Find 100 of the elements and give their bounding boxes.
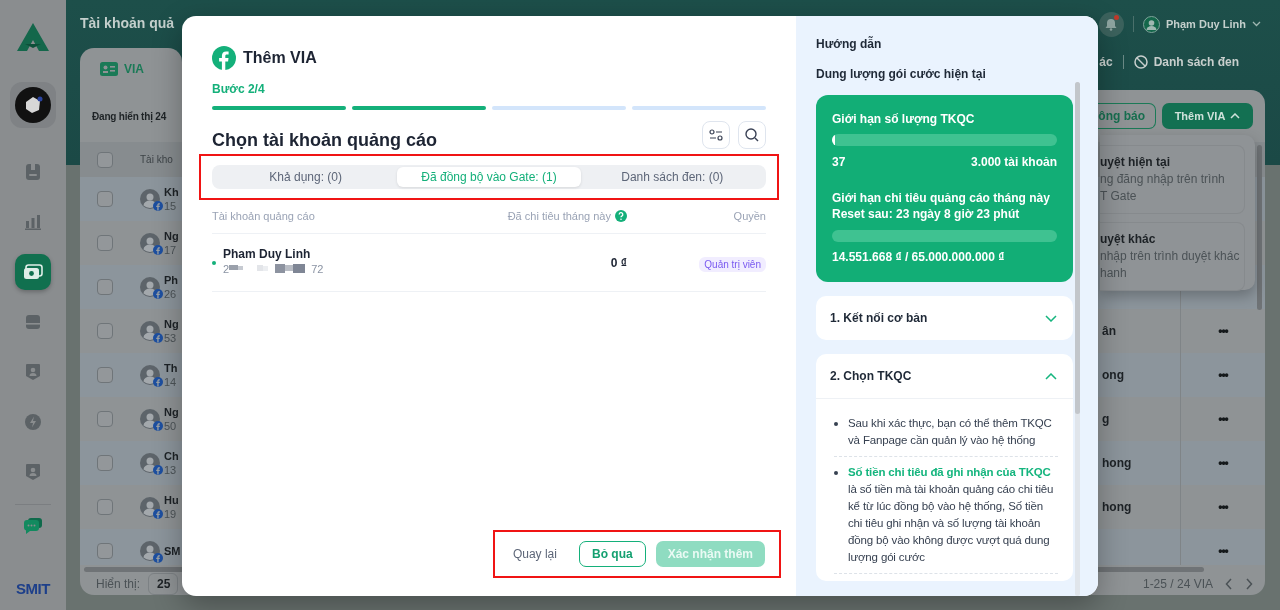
row-checkbox[interactable] — [97, 191, 113, 207]
more-menu[interactable]: ••• — [1218, 324, 1228, 338]
account-name: Ng — [164, 317, 179, 331]
bullet-dot — [834, 471, 838, 475]
scrollbar-thumb[interactable] — [1257, 145, 1262, 310]
column-header: Đã chi tiêu tháng này — [507, 209, 611, 223]
previous-page-icon[interactable] — [1225, 578, 1233, 590]
quota-limit: 3.000 tài khoản — [970, 154, 1057, 170]
workspace-button[interactable] — [10, 82, 56, 128]
page-size-label: Hiển thị: — [96, 577, 141, 591]
accordion-header[interactable]: 2. Chọn TKQC — [816, 354, 1073, 399]
dropdown-option[interactable]: uyệt khác nhập trên trình duyệt khác hanh — [1100, 222, 1245, 291]
account-id: 72 — [311, 262, 324, 275]
step-label: Bước 2/4 — [212, 82, 266, 96]
page-tab[interactable]: ác — [1099, 41, 1113, 83]
notification-button[interactable] — [1098, 11, 1124, 37]
account-number: 26 — [164, 287, 178, 301]
tab[interactable]: Khả dụng: (0) — [214, 167, 398, 187]
back-button[interactable]: Quay lại — [512, 541, 569, 567]
sidebar-item[interactable] — [15, 254, 51, 290]
spent-amount: 0 ₫ — [609, 255, 627, 270]
more-menu[interactable]: ••• — [1218, 412, 1228, 426]
section-title: 2. Chọn TKQC — [830, 369, 912, 383]
workspace-icon — [15, 87, 51, 123]
page-tab[interactable]: Danh sách đen — [1133, 41, 1239, 83]
facebook-badge-icon — [153, 553, 163, 563]
accordion-header[interactable]: 1. Kết nối cơ bản — [816, 296, 1073, 340]
page-title: Tài khoản quả — [80, 15, 175, 31]
more-menu[interactable]: ••• — [1218, 500, 1228, 514]
role-badge: Quản trị viên — [699, 256, 766, 272]
facebook-icon — [212, 46, 236, 70]
skip-button[interactable]: Bỏ qua — [578, 541, 646, 567]
tab[interactable]: Đã đồng bộ vào Gate: (1) — [397, 167, 581, 187]
facebook-badge-icon — [153, 289, 163, 299]
user-avatar-icon — [1142, 15, 1160, 33]
row-checkbox[interactable] — [97, 235, 113, 251]
user-badge-icon — [25, 363, 41, 381]
row-checkbox[interactable] — [97, 279, 113, 295]
column-header: Tài kho — [140, 154, 173, 165]
account-name: Ng — [164, 405, 179, 419]
row-checkbox[interactable] — [97, 543, 113, 559]
filter-icon — [709, 129, 723, 141]
table-cell-text: hong — [1102, 500, 1133, 514]
filter-button[interactable] — [702, 121, 730, 149]
row-checkbox[interactable] — [97, 323, 113, 339]
modal-title: Thêm VIA — [243, 49, 317, 67]
section-title: 1. Kết nối cơ bản — [830, 311, 928, 325]
facebook-badge-icon — [153, 201, 163, 211]
account-number: 19 — [164, 507, 178, 521]
account-number: 50 — [164, 419, 178, 433]
page-size-select[interactable]: 25 — [148, 573, 179, 595]
chevron-down-icon — [1252, 21, 1261, 27]
account-id: 2 — [223, 262, 230, 275]
row-checkbox[interactable] — [97, 411, 113, 427]
bar-chart-icon — [24, 214, 42, 230]
option-description: ng đăng nhập trên trình — [1100, 171, 1226, 188]
facebook-badge-icon — [153, 245, 163, 255]
tab[interactable]: Danh sách đen: (0) — [580, 167, 764, 187]
column-header: Tài khoản quảng cáo — [212, 209, 316, 223]
help-icon — [615, 210, 627, 222]
dropdown-option[interactable]: uyệt hiện tại ng đăng nhập trên trình T Gate — [1100, 145, 1245, 214]
user-badge-icon — [25, 463, 41, 481]
guide-text: Sau khi xác thực, bạn có thể thêm TKQC và Fanpage cần quản lý vào hệ thống — [848, 416, 1053, 448]
option-description: T Gate — [1100, 188, 1138, 205]
reset-time: Reset sau: 23 ngày 8 giờ 23 phút — [832, 206, 1021, 222]
guide-text: Số tiền chi tiêu đã ghi nhận của TKQC là số tiền mà tài khoản quảng cáo chi tiêu kể từ lúc đồng bộ vào hệ thống, Số tiền chi tiêu ghi nhận và số lượng tài khoản đồng bộ vào không được vượt quá dung lượng gói cước — [848, 465, 1055, 565]
add-via-button[interactable]: Thêm VIA — [1162, 103, 1253, 129]
more-menu[interactable]: ••• — [1218, 368, 1228, 382]
more-menu[interactable]: ••• — [1218, 544, 1228, 558]
option-title: uyệt hiện tại — [1100, 154, 1171, 171]
user-name[interactable]: Phạm Duy Linh — [1165, 18, 1246, 30]
column-header: Quyền — [732, 209, 766, 223]
wallet-icon — [23, 264, 43, 280]
page-range: 1-25 / 24 VIA — [1142, 577, 1213, 591]
id-card-icon — [100, 62, 118, 76]
quota-label: Giới hạn chi tiêu quảng cáo tháng này — [832, 190, 1051, 206]
account-number: 17 — [164, 243, 178, 257]
account-name: Ch — [164, 449, 179, 463]
spend-amount: 14.551.668 ₫ / 65.000.000.000 ₫ — [832, 249, 1006, 265]
more-menu[interactable]: ••• — [1218, 456, 1228, 470]
card-icon — [25, 314, 41, 330]
search-button[interactable] — [738, 121, 766, 149]
next-page-icon[interactable] — [1245, 578, 1253, 590]
account-name: Ng — [164, 229, 179, 243]
option-title: uyệt khác — [1100, 231, 1157, 248]
table-cell-text: ân — [1102, 324, 1117, 338]
facebook-badge-icon — [153, 421, 163, 431]
scrollbar-thumb[interactable] — [1075, 82, 1080, 414]
bolt-icon — [24, 413, 42, 431]
section-heading: Chọn tài khoản quảng cáo — [212, 130, 437, 151]
facebook-badge-icon — [153, 465, 163, 475]
account-name: Pham Duy Linh — [223, 246, 312, 261]
account-number: 13 — [164, 463, 178, 477]
row-checkbox[interactable] — [97, 499, 113, 515]
row-checkbox[interactable] — [97, 455, 113, 471]
account-name: Th — [164, 361, 178, 375]
table-cell-text: ong — [1102, 368, 1125, 382]
row-checkbox[interactable] — [97, 367, 113, 383]
table-cell-text: hong — [1102, 456, 1133, 470]
header-checkbox[interactable] — [97, 151, 113, 168]
